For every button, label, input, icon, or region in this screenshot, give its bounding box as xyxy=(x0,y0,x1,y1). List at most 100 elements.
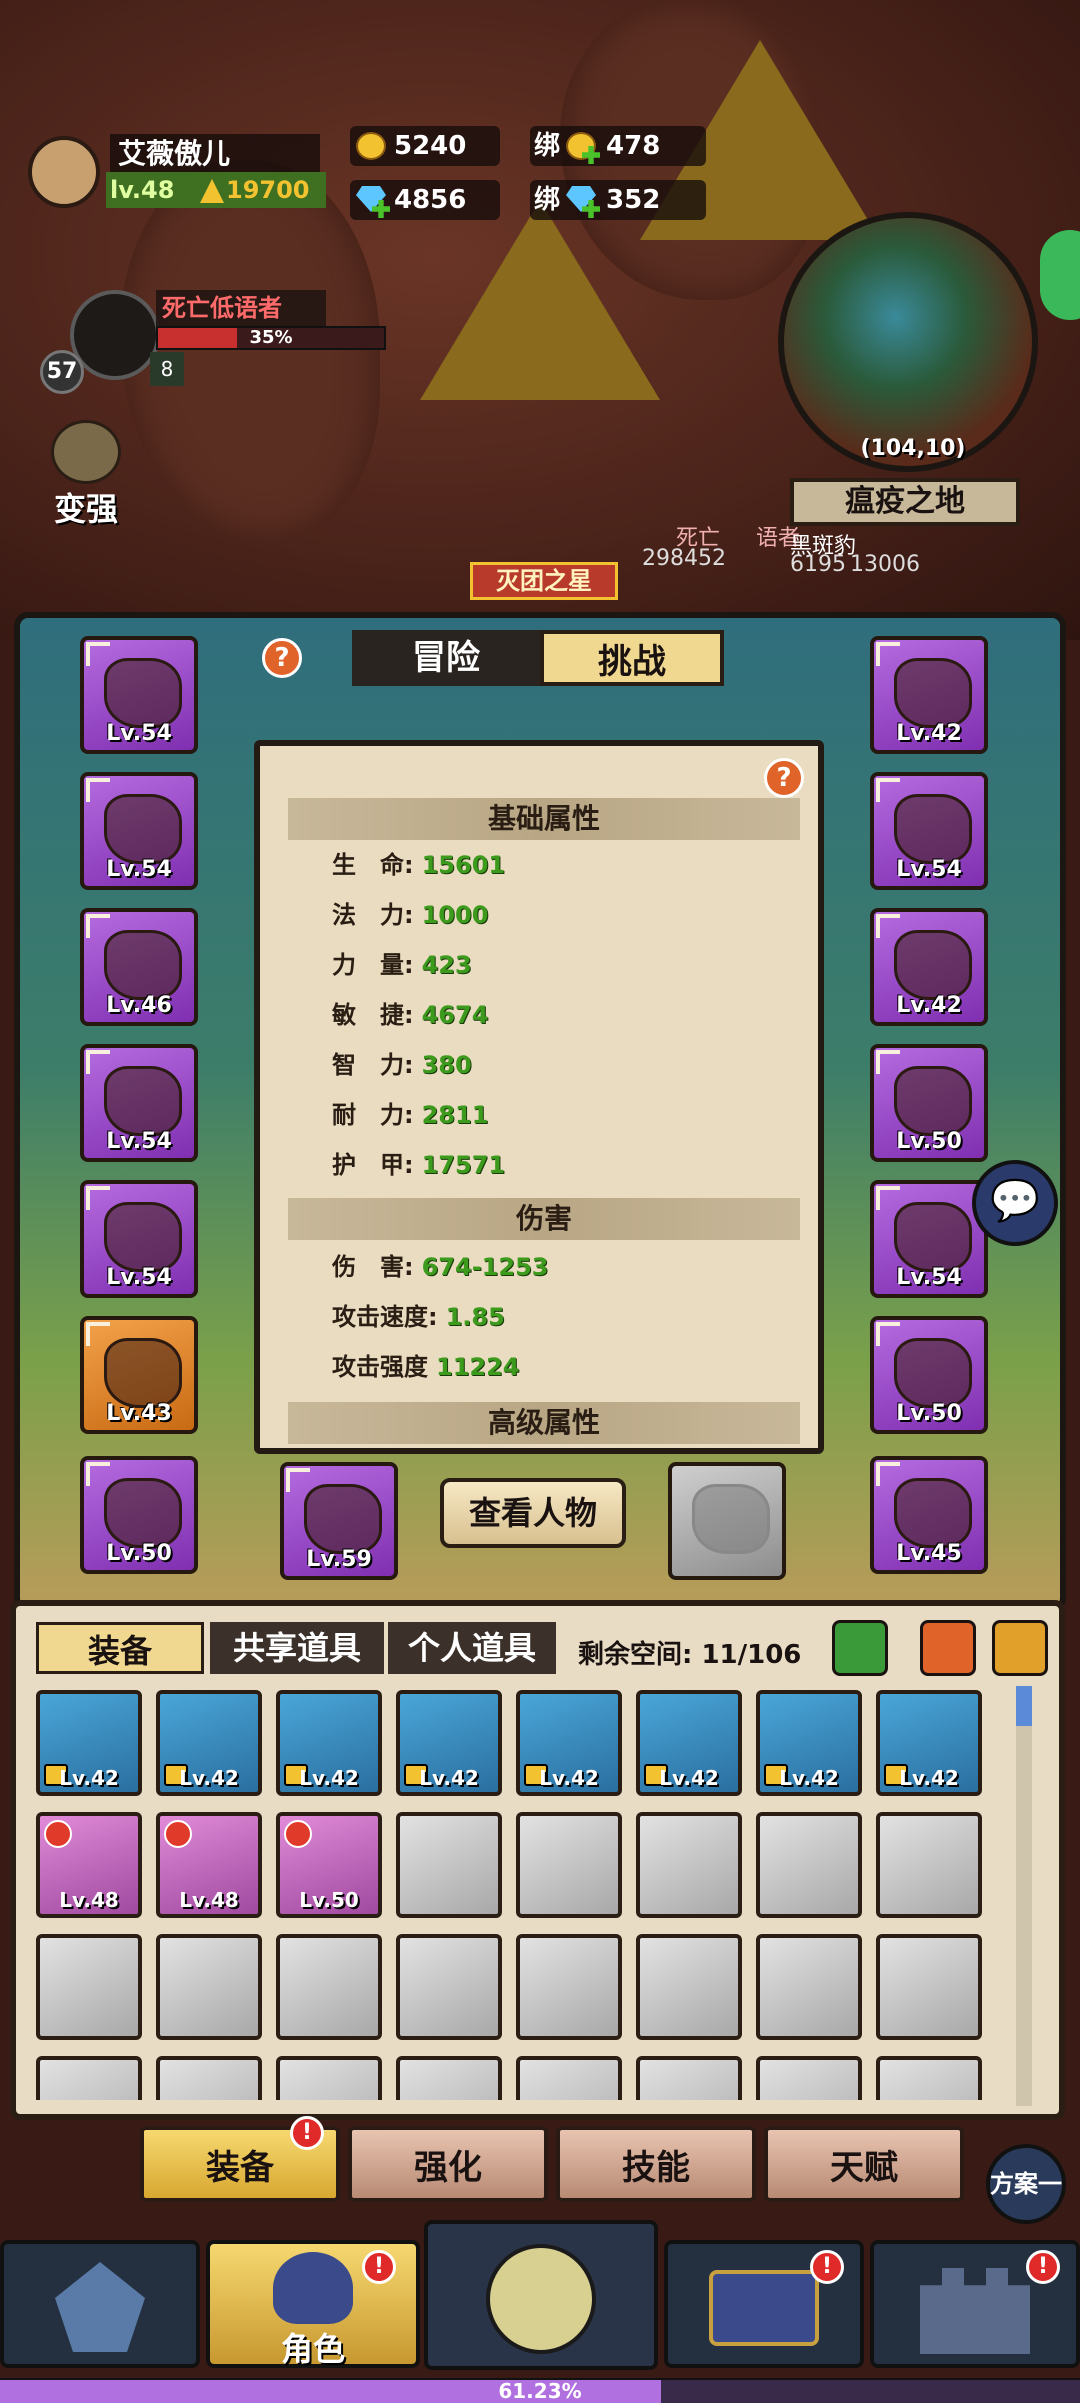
equip-slot-ring2[interactable]: Lv.54 xyxy=(870,1180,988,1298)
avatar[interactable] xyxy=(28,136,100,208)
equip-slot-offhand-empty[interactable] xyxy=(668,1462,786,1580)
tab-challenge[interactable]: 挑战 xyxy=(540,630,724,686)
equip-slot-chest[interactable]: Lv.54 xyxy=(80,1180,198,1298)
inventory-item[interactable]: Lv.48 xyxy=(36,1812,142,1918)
inventory-empty-slot[interactable] xyxy=(516,2056,622,2100)
stat-row: 攻击强度 11224 xyxy=(332,1350,520,1384)
slot-level: Lv.43 xyxy=(106,1401,172,1426)
tab-talent[interactable]: 天赋 xyxy=(764,2126,964,2202)
inventory-item[interactable]: Lv.42 xyxy=(396,1690,502,1796)
equip-slot-shoulder[interactable]: Lv.46 xyxy=(80,908,198,1026)
pants-icon xyxy=(894,794,972,864)
exp-bar: 61.23% xyxy=(0,2378,1080,2403)
stat-value: 1.85 xyxy=(445,1303,505,1331)
player-name: 艾薇傲儿 xyxy=(110,134,320,174)
help-icon[interactable]: ? xyxy=(262,638,302,678)
inventory-item[interactable]: Lv.42 xyxy=(756,1690,862,1796)
necklace-icon xyxy=(104,794,182,864)
view-character-button[interactable]: 查看人物 xyxy=(440,1478,626,1548)
inventory-empty-slot[interactable] xyxy=(876,2056,982,2100)
tab-skills[interactable]: 技能 xyxy=(556,2126,756,2202)
storage-icon[interactable] xyxy=(920,1620,976,1676)
equip-slot-trinket1[interactable]: Lv.50 xyxy=(870,1316,988,1434)
equip-slot-boots[interactable]: Lv.42 xyxy=(870,908,988,1026)
inventory-item[interactable]: Lv.50 xyxy=(276,1812,382,1918)
inventory-empty-slot[interactable] xyxy=(396,1934,502,2040)
equip-slot-necklace[interactable]: Lv.54 xyxy=(80,772,198,890)
tab-adventure[interactable]: 冒险 xyxy=(352,630,540,686)
bound-gold-counter[interactable]: 绑 478 xyxy=(530,126,706,166)
nav-battle[interactable] xyxy=(424,2220,658,2370)
bound-diamond-counter[interactable]: 绑 352 xyxy=(530,180,706,220)
corner-mark xyxy=(876,1186,900,1210)
inventory-panel: 装备 共享道具 个人道具 剩余空间: 11/106 Lv.42 Lv.42 Lv.4… xyxy=(10,1600,1065,2120)
inventory-empty-slot[interactable] xyxy=(156,2056,262,2100)
inventory-item[interactable]: Lv.42 xyxy=(276,1690,382,1796)
recycle-icon[interactable] xyxy=(832,1620,888,1676)
equip-slot-hands[interactable]: Lv.50 xyxy=(80,1456,198,1574)
inventory-empty-slot[interactable] xyxy=(636,2056,742,2100)
minimap[interactable] xyxy=(778,212,1038,472)
inventory-item[interactable]: Lv.42 xyxy=(876,1690,982,1796)
sort-broom-icon[interactable] xyxy=(992,1620,1048,1676)
inventory-empty-slot[interactable] xyxy=(36,2056,142,2100)
inventory-empty-slot[interactable] xyxy=(516,1934,622,2040)
chat-bubble-icon[interactable]: 💬 xyxy=(972,1160,1058,1246)
tab-enhance[interactable]: 强化 xyxy=(348,2126,548,2202)
scrollbar-thumb[interactable] xyxy=(1016,1686,1032,1726)
power-value: 19700 xyxy=(226,176,310,204)
equip-slot-back[interactable]: Lv.54 xyxy=(80,1044,198,1162)
inventory-empty-slot[interactable] xyxy=(876,1812,982,1918)
equip-slot-trinket2[interactable]: Lv.45 xyxy=(870,1456,988,1574)
inventory-empty-slot[interactable] xyxy=(516,1812,622,1918)
inventory-empty-slot[interactable] xyxy=(756,1934,862,2040)
stats-popup[interactable]: ? 基础属性 生 命: 15601 法 力: 1000 力 量: 423 敏 捷: 46… xyxy=(254,740,824,1454)
slot-level: Lv.54 xyxy=(106,721,172,746)
inv-tab-equipment[interactable]: 装备 xyxy=(36,1622,204,1674)
strengthen-label: 变强 xyxy=(53,490,118,528)
plan-button[interactable]: 方案一 xyxy=(986,2144,1066,2224)
equip-slot-helmet[interactable]: Lv.54 xyxy=(80,636,198,754)
inventory-empty-slot[interactable] xyxy=(396,1812,502,1918)
boss-progress-bar: 35% xyxy=(156,326,386,350)
nav-world[interactable] xyxy=(0,2240,200,2368)
chat-side-icon[interactable] xyxy=(1040,230,1080,320)
equip-slot-belt[interactable]: Lv.42 xyxy=(870,636,988,754)
inv-tab-personal[interactable]: 个人道具 xyxy=(388,1622,556,1674)
corner-mark xyxy=(86,1050,110,1074)
equip-slot-ring1[interactable]: Lv.50 xyxy=(870,1044,988,1162)
inventory-item[interactable]: Lv.42 xyxy=(516,1690,622,1796)
inventory-empty-slot[interactable] xyxy=(276,1934,382,2040)
inventory-empty-slot[interactable] xyxy=(276,2056,382,2100)
inventory-empty-slot[interactable] xyxy=(636,1934,742,2040)
inventory-empty-slot[interactable] xyxy=(876,1934,982,2040)
diamond-counter[interactable]: 4856 xyxy=(350,180,500,220)
corner-mark xyxy=(86,642,110,666)
crystal-icon xyxy=(55,2262,145,2352)
stats-help-icon[interactable]: ? xyxy=(764,758,804,798)
bound-prefix: 绑 xyxy=(534,131,561,161)
inventory-item[interactable]: Lv.42 xyxy=(636,1690,742,1796)
banner-label: 灭团之星 xyxy=(470,562,618,600)
stat-label: 生 命: xyxy=(332,851,414,879)
stat-label: 智 力: xyxy=(332,1051,414,1079)
inventory-item[interactable]: Lv.42 xyxy=(156,1690,262,1796)
inventory-empty-slot[interactable] xyxy=(396,2056,502,2100)
inv-tab-shared[interactable]: 共享道具 xyxy=(210,1622,384,1674)
strengthen-button[interactable]: 变强 xyxy=(36,420,136,530)
inventory-empty-slot[interactable] xyxy=(156,1934,262,2040)
inventory-empty-slot[interactable] xyxy=(756,2056,862,2100)
inventory-item[interactable]: Lv.42 xyxy=(36,1690,142,1796)
hooded-mage-icon xyxy=(273,2252,353,2324)
inventory-empty-slot[interactable] xyxy=(756,1812,862,1918)
corner-mark xyxy=(876,642,900,666)
equip-slot-wrist[interactable]: Lv.43 xyxy=(80,1316,198,1434)
inventory-scrollbar[interactable] xyxy=(1016,1686,1032,2106)
equip-slot-weapon[interactable]: Lv.59 xyxy=(280,1462,398,1580)
stat-value: 1000 xyxy=(421,901,489,929)
inventory-empty-slot[interactable] xyxy=(36,1934,142,2040)
item-level: Lv.42 xyxy=(899,1766,959,1790)
inventory-item[interactable]: Lv.48 xyxy=(156,1812,262,1918)
inventory-empty-slot[interactable] xyxy=(636,1812,742,1918)
equip-slot-legs[interactable]: Lv.54 xyxy=(870,772,988,890)
